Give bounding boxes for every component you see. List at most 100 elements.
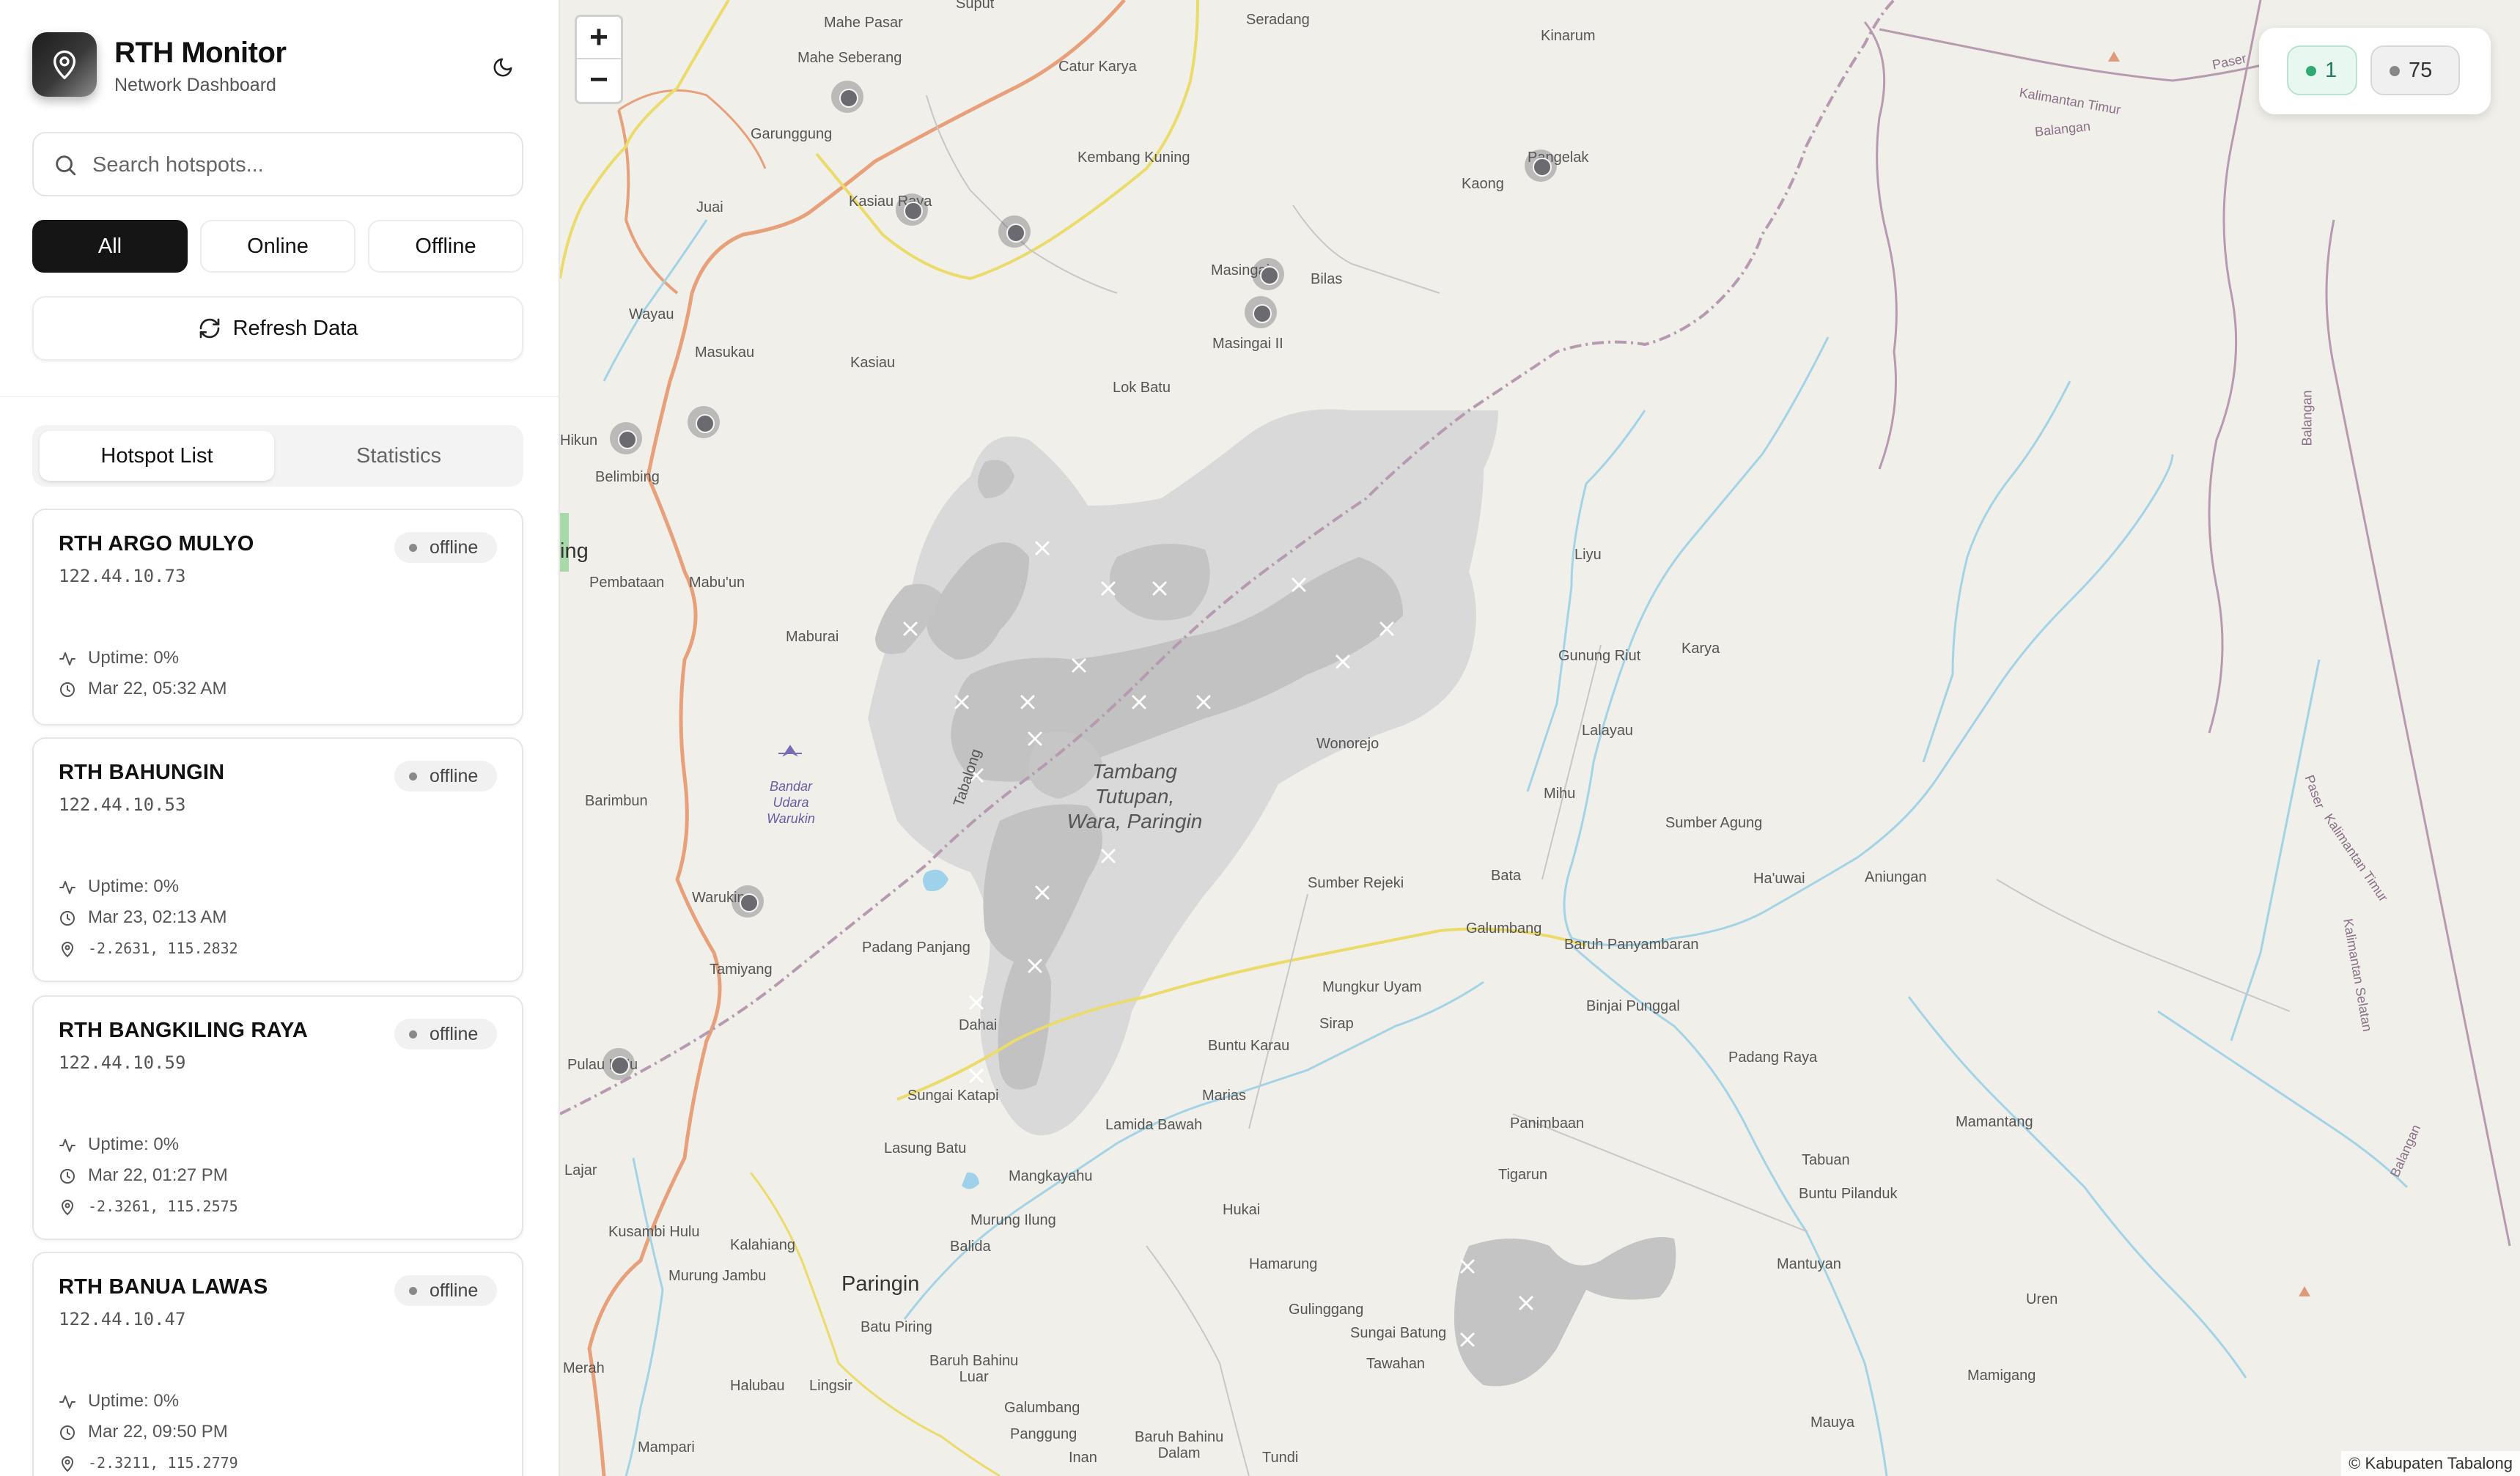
filter-all-button[interactable]: All [32,220,188,273]
status-badge: offline [394,1275,497,1306]
hotspot-marker[interactable] [998,215,1031,248]
map-label: Paringin [841,1272,920,1296]
hotspot-marker[interactable] [688,406,720,438]
map-label: Buntu Karau [1208,1038,1290,1054]
activity-icon [59,1395,75,1409]
theme-toggle-button[interactable] [482,47,523,88]
status-dot [409,544,417,552]
app-title: RTH Monitor [114,37,287,69]
map-label: Pembataan [589,575,665,591]
clock-icon [60,911,75,926]
map-label: Kalahiang [730,1237,795,1253]
map-label: Uren [2026,1291,2058,1307]
clock-icon [60,682,75,697]
map-label: Hamarung [1249,1256,1318,1272]
activity-icon [59,652,75,665]
hotspot-marker[interactable] [1525,150,1557,182]
offline-count-badge[interactable]: 75 [2370,45,2460,95]
map-label: Baruh Panyambaran [1564,937,1699,953]
offline-count: 75 [2409,59,2433,82]
hotspot-card[interactable]: RTH BAHUNGIN 122.44.10.53 offline Uptime… [32,737,523,982]
mine-area-label: Tambang Tutupan, Wara, Paringin [1066,760,1203,833]
map-label: Lingsir [809,1378,852,1394]
map-label: Barimbun [585,793,648,809]
map-label: Mahe Seberang [797,50,902,66]
map-label: Batu Piring [861,1319,932,1335]
search-input[interactable] [92,145,503,185]
app-header: RTH Monitor Network Dashboard [32,32,526,98]
online-count-badge[interactable]: 1 [2287,45,2357,95]
hotspot-marker[interactable] [603,1048,635,1080]
view-tabs: Hotspot List Statistics [32,425,523,487]
map-label: Inan [1069,1450,1097,1466]
map-label: Catur Karya [1058,59,1137,75]
hotspot-card[interactable]: RTH BANUA LAWAS 122.44.10.47 offline Upt… [32,1252,523,1476]
map-label: ing [560,539,589,563]
map-label: Belimbing [595,469,660,485]
map-label: Galumbang [1004,1400,1080,1416]
hotspot-card[interactable]: RTH BANGKILING RAYA 122.44.10.59 offline… [32,995,523,1240]
clock-icon [60,1425,75,1440]
last-seen-row: Mar 23, 02:13 AM [59,906,226,929]
status-filter-group: All Online Offline [32,220,523,274]
hotspot-marker[interactable] [732,885,764,918]
map-label: Balida [950,1239,991,1255]
refresh-data-button[interactable]: Refresh Data [32,296,523,361]
tab-statistics[interactable]: Statistics [281,431,516,481]
app-logo [32,32,97,97]
map-label: Hukai [1223,1202,1261,1218]
map-label: Sumber Agung [1665,815,1763,831]
map-label: Juai [696,199,723,215]
map-label: Galumbang [1466,920,1542,937]
status-summary: 1 75 [2259,28,2491,114]
status-badge: offline [394,532,497,563]
filter-offline-button[interactable]: Offline [368,220,523,273]
uptime-row: Uptime: 0% [59,1133,179,1156]
hotspot-marker[interactable] [896,193,928,226]
map-label: Padang Raya [1728,1049,1818,1066]
zoom-out-button[interactable]: − [577,59,621,102]
online-count: 1 [2325,59,2337,82]
map-label: Bata [1491,868,1522,884]
coordinates-row: -2.3211, 115.2779 [59,1451,238,1475]
map-label: Kinarum [1541,28,1596,44]
map-pin-icon [61,1200,74,1216]
map-label: Tigarun [1498,1167,1548,1183]
uptime-row: Uptime: 0% [59,875,179,898]
zoom-in-button[interactable]: + [577,17,621,59]
map-label: Mabu'un [689,575,745,591]
map-label: Sumber Rejeki [1308,875,1404,891]
hotspot-name: RTH BAHUNGIN [59,761,225,784]
status-dot [409,772,417,781]
app-subtitle: Network Dashboard [114,75,276,95]
map-pin-icon [54,50,76,79]
coordinates-row: -2.3261, 115.2575 [59,1195,238,1218]
hotspot-marker[interactable] [610,422,642,454]
map-label: Dahai [959,1017,998,1033]
map-label: Mihu [1544,786,1576,802]
filter-online-button[interactable]: Online [200,220,355,273]
map-label: Kaong [1462,176,1504,192]
sidebar: RTH Monitor Network Dashboard All Online… [0,0,560,1476]
map-tiles[interactable] [560,0,2520,1476]
hotspot-marker[interactable] [831,81,863,113]
map-label: Baruh Bahinu Luar [929,1353,1019,1385]
hotspot-marker[interactable] [1252,258,1284,290]
map-view[interactable]: Mahe Pasar Suput Seradang Kinarum Mahe S… [560,0,2520,1476]
activity-icon [59,1139,75,1152]
map-label: Masukau [695,344,755,361]
map-label: Marias [1202,1088,1247,1104]
hotspot-name: RTH ARGO MULYO [59,532,254,556]
map-label: Sungai Batung [1350,1325,1447,1341]
hotspot-card[interactable]: RTH ARGO MULYO 122.44.10.73 offline Upti… [32,509,523,726]
map-label: Gunung Riut [1558,648,1641,664]
refresh-label: Refresh Data [232,316,358,340]
map-label: Murung Jambu [668,1268,767,1284]
map-label: Panggung [1010,1426,1077,1442]
tab-hotspot-list[interactable]: Hotspot List [40,431,274,481]
hotspot-ip: 122.44.10.59 [59,1052,186,1073]
last-seen-row: Mar 22, 09:50 PM [59,1420,228,1444]
zoom-control: + − [575,15,623,104]
hotspot-marker[interactable] [1245,296,1277,328]
offline-dot [2390,66,2400,76]
